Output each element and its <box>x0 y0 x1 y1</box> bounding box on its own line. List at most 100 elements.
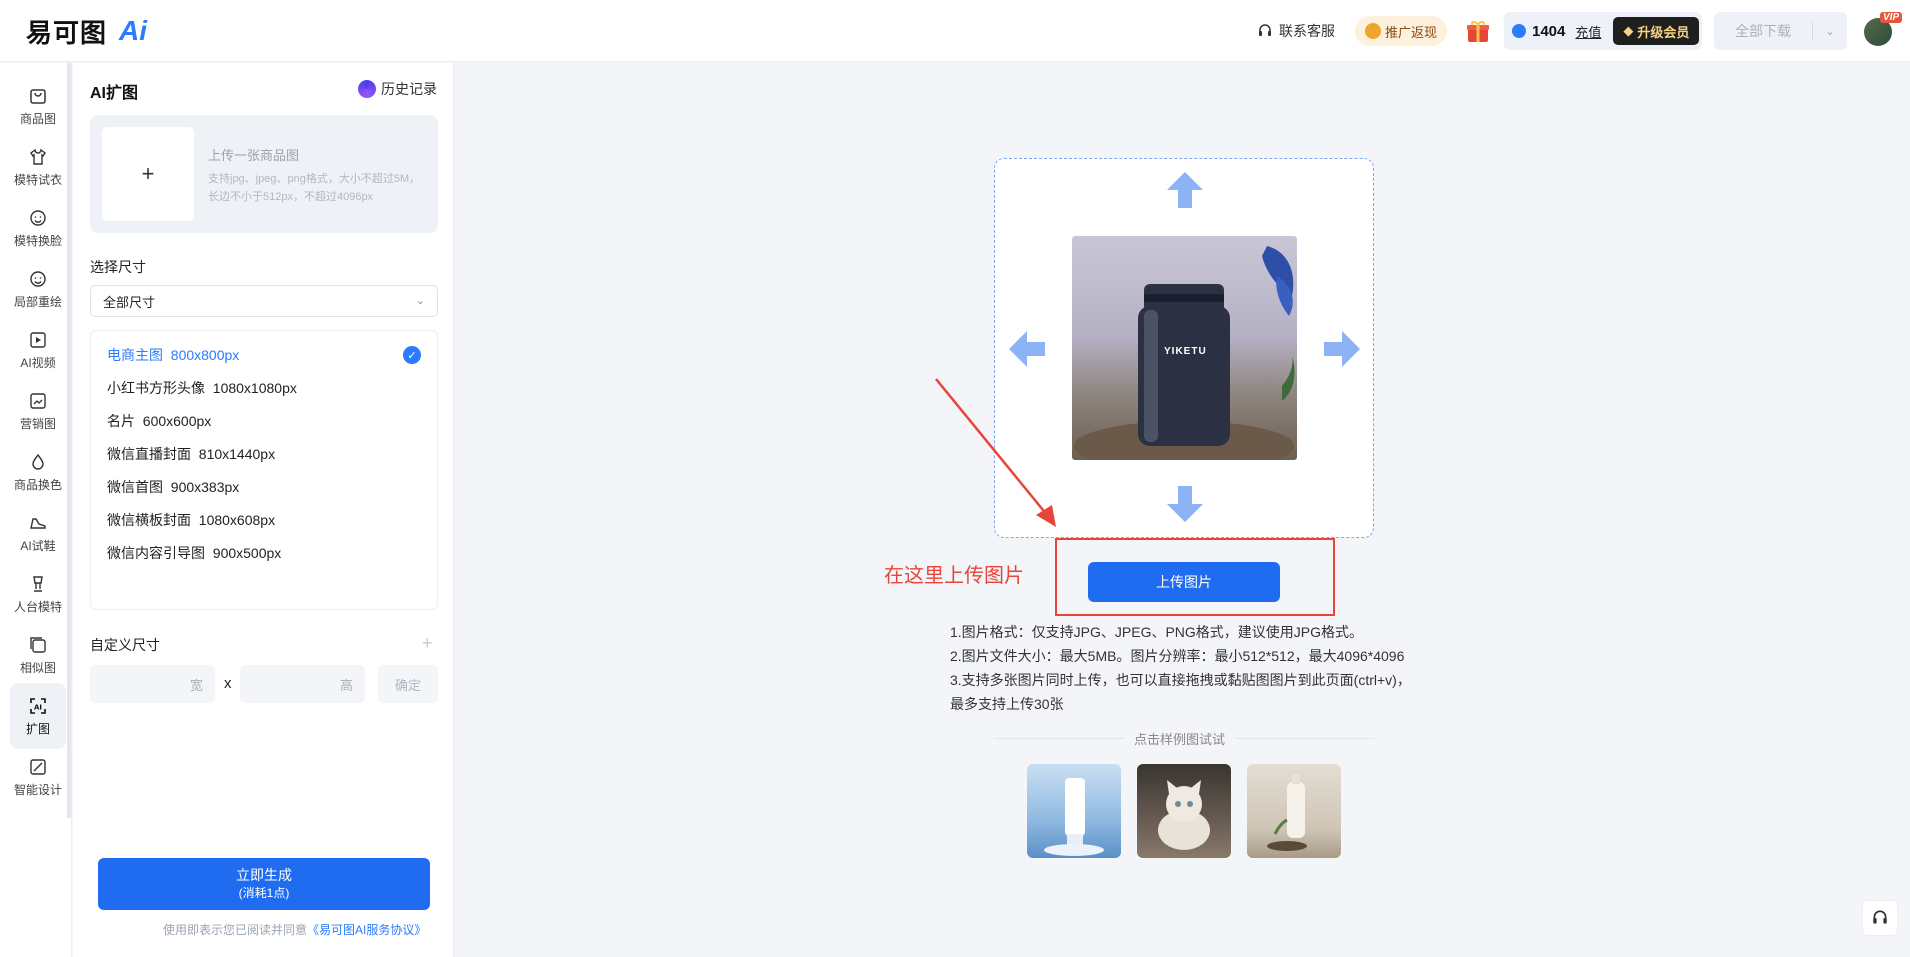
arrow-up-icon <box>1167 172 1203 208</box>
service-label: 联系客服 <box>1279 23 1335 39</box>
size-option[interactable]: 微信首图 900x383px <box>107 477 239 497</box>
annotation-arrow <box>935 378 1056 527</box>
history-icon <box>358 80 376 98</box>
nav-label: AI试鞋 <box>20 538 56 553</box>
recharge-link[interactable]: 充值 <box>1575 22 1601 41</box>
nav-item-recolor[interactable]: 商品换色 <box>10 439 66 505</box>
nav-item-ai-shoe[interactable]: AI试鞋 <box>10 500 66 566</box>
size-label: 选择尺寸 <box>90 259 146 275</box>
history-label: 历史记录 <box>381 81 437 97</box>
annotation-text: 在这里上传图片 <box>884 565 1024 587</box>
sample-image-bottle[interactable] <box>1247 764 1341 858</box>
nav-label: 扩图 <box>25 721 50 736</box>
logo-text: 易可图 <box>26 17 108 48</box>
product-image: YIKETU <box>1072 236 1297 460</box>
logo-ai: Ai <box>119 15 148 46</box>
nav-label: 智能设计 <box>13 782 62 797</box>
rule-line: 2.图片文件大小：最大5MB。图片分辨率：最小512*512，最大4096*40… <box>950 648 1405 664</box>
generate-cost: (消耗1点) <box>238 886 290 900</box>
settings-panel: AI扩图 历史记录 + 上传一张商品图 支持jpg、jpeg、png格式，大小不… <box>73 63 454 957</box>
size-option[interactable]: 微信横板封面 1080x608px <box>107 510 275 530</box>
size-option[interactable]: 微信直播封面 810x1440px <box>107 444 275 464</box>
size-select[interactable]: 全部尺寸 ⌄ <box>90 285 438 317</box>
promo-button[interactable]: 推广返现 <box>1355 16 1447 46</box>
gift-icon[interactable] <box>1465 18 1491 44</box>
width-input[interactable]: 宽 <box>90 665 215 703</box>
times-sign: x <box>224 675 232 692</box>
plus-icon[interactable]: + <box>102 127 194 221</box>
gallery-icon <box>30 636 46 653</box>
shirt-icon <box>30 148 46 165</box>
nav-label: 商品图 <box>19 111 56 126</box>
nav-label: AI视频 <box>20 355 56 370</box>
agreement-text: 使用即表示您已阅读并同意《易可图AI服务协议》 <box>163 923 427 937</box>
nav-label: 商品换色 <box>13 477 62 492</box>
left-nav: 商品图 模特试衣 模特换脸 局部重绘 AI视频 营销图 商品换色 AI试鞋 人台… <box>0 63 72 957</box>
diamond-icon: ◆ <box>1623 23 1634 38</box>
nav-label: 局部重绘 <box>13 294 62 309</box>
rule-line: 1.图片格式：仅支持JPG、JPEG、PNG格式，建议使用JPG格式。 <box>950 624 1364 640</box>
nav-scrollbar[interactable] <box>67 63 71 818</box>
nav-item-mannequin[interactable]: 人台模特 <box>10 561 66 627</box>
nav-label: 人台模特 <box>13 599 62 614</box>
nav-item-smart-design[interactable]: 智能设计 <box>10 744 66 810</box>
sample-image-cat[interactable] <box>1137 764 1231 858</box>
size-option[interactable]: 名片 600x600px <box>107 411 211 431</box>
sample-image-tube[interactable] <box>1027 764 1121 858</box>
nav-item-similar[interactable]: 相似图 <box>10 622 66 688</box>
nav-label: 营销图 <box>19 416 56 431</box>
nav-item-product-image[interactable]: 商品图 <box>10 73 66 139</box>
height-input[interactable]: 高 <box>240 665 365 703</box>
design-icon <box>30 758 46 775</box>
headset-icon <box>1259 24 1271 36</box>
size-option[interactable]: 小红书方形头像 1080x1080px <box>107 378 297 398</box>
logo[interactable]: 易可图 Ai <box>26 14 147 48</box>
svg-text:AI: AI <box>34 703 42 711</box>
nav-label: 相似图 <box>19 660 56 675</box>
size-option[interactable]: 微信内容引导图 900x500px <box>107 543 281 563</box>
upgrade-vip-button[interactable]: ◆ 升级会员 <box>1613 17 1700 45</box>
headset-icon <box>1873 910 1887 924</box>
top-bar: 易可图 Ai 联系客服 推广返现 1404 充值 ◆ 升级会员 全部下载 ⌄ V… <box>0 0 1910 62</box>
promo-label: 推广返现 <box>1384 24 1437 40</box>
nav-item-expand[interactable]: AI 扩图 <box>10 683 66 749</box>
upload-title: 上传一张商品图 <box>208 148 300 163</box>
face-icon <box>30 270 46 287</box>
mannequin-icon <box>33 575 43 592</box>
upload-rules: 1.图片格式：仅支持JPG、JPEG、PNG格式，建议使用JPG格式。 2.图片… <box>950 620 1411 716</box>
download-all-button[interactable]: 全部下载 ⌄ <box>1714 12 1847 50</box>
chevron-down-icon: ⌄ <box>415 295 425 307</box>
rule-line: 最多支持上传30张 <box>950 696 1064 712</box>
rule-line: 3.支持多张图片同时上传，也可以直接拖拽或黏贴图图片到此页面(ctrl+v)， <box>950 672 1411 688</box>
nav-item-inpaint[interactable]: 局部重绘 <box>10 256 66 322</box>
agreement-link[interactable]: 《易可图AI服务协议》 <box>307 923 426 937</box>
history-button[interactable]: 历史记录 <box>358 79 437 99</box>
panel-title: AI扩图 <box>90 85 139 102</box>
check-icon: ✓ <box>403 346 421 364</box>
contact-service-button[interactable]: 联系客服 <box>1257 16 1335 46</box>
ai-expand-icon: AI <box>30 697 46 714</box>
upload-dropzone[interactable]: + 上传一张商品图 支持jpg、jpeg、png格式，大小不超过5M，长边不小于… <box>90 115 438 233</box>
arrow-down-icon <box>1167 486 1203 522</box>
upgrade-label: 升级会员 <box>1637 24 1690 40</box>
upload-image-button[interactable]: 上传图片 <box>1088 562 1280 602</box>
arrow-right-icon <box>1324 331 1360 367</box>
points-value: 1404 <box>1532 22 1566 40</box>
chevron-down-icon[interactable]: ⌄ <box>1813 24 1847 38</box>
confirm-button[interactable]: 确定 <box>378 665 438 703</box>
video-icon <box>30 331 46 348</box>
product-brand-text: YIKETU <box>1164 346 1207 357</box>
upload-description: 支持jpg、jpeg、png格式，大小不超过5M，长边不小于512px，不超过4… <box>208 173 421 203</box>
nav-item-model-tryon[interactable]: 模特试衣 <box>10 134 66 200</box>
samples-label: 点击样例图试试 <box>1124 729 1236 748</box>
face-icon <box>30 209 46 226</box>
plus-icon[interactable]: + <box>422 633 433 654</box>
nav-item-ai-video[interactable]: AI视频 <box>10 317 66 383</box>
nav-item-face-swap[interactable]: 模特换脸 <box>10 195 66 261</box>
nav-item-marketing[interactable]: 营销图 <box>10 378 66 444</box>
image-doc-icon <box>30 392 46 409</box>
size-option[interactable]: 电商主图 800x800px <box>107 345 239 365</box>
support-float-button[interactable] <box>1862 900 1898 936</box>
custom-size-label: 自定义尺寸 <box>90 637 160 653</box>
generate-button[interactable]: 立即生成 (消耗1点) <box>98 858 430 910</box>
